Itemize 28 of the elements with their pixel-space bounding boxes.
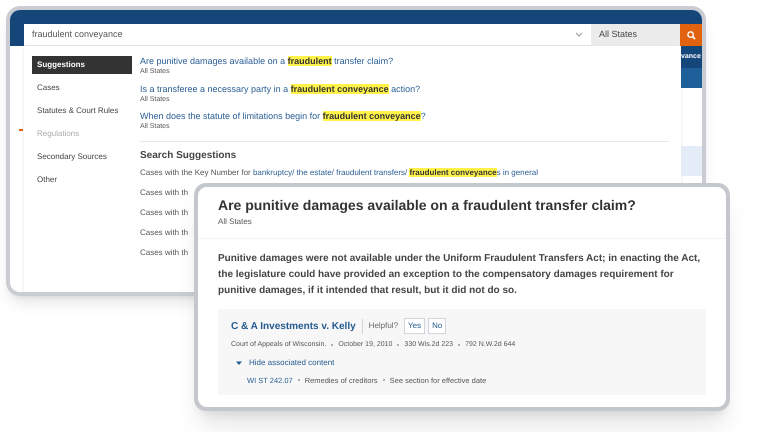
search-suggestion[interactable]: Cases with th xyxy=(140,206,188,218)
answer-title: Are punitive damages available on a fraudulent transfer claim? xyxy=(218,196,637,215)
section-heading: Search Suggestions xyxy=(140,148,238,162)
category-tab[interactable]: Statutes & Court Rules xyxy=(32,102,132,120)
search-suggestion[interactable]: Cases with the Key Number for bankruptcy/ the estate/ fraudulent transfers/ fraudulent conveyances in general xyxy=(140,166,538,178)
search-button[interactable] xyxy=(680,24,702,46)
highlighted-row xyxy=(681,146,702,176)
category-tab[interactable]: Cases xyxy=(32,79,132,97)
search-icon xyxy=(686,30,696,40)
answer-paragraph: Punitive damages were not available under the Uniform Fraudulent Transfers Act; in enacting the Act, the legislature could have provided an exception to the compensatory damages requirement for punitive damages, if it intended that result, but it did not do so. xyxy=(218,252,702,298)
category-tab[interactable]: Secondary Sources xyxy=(32,148,132,166)
chevron-down-icon xyxy=(575,32,583,37)
nav-bar xyxy=(681,68,702,88)
search-field[interactable]: fraudulent conveyance xyxy=(24,24,591,46)
hide-content-toggle[interactable]: Hide associated content xyxy=(231,356,693,368)
search-suggestion[interactable]: Cases with th xyxy=(140,246,188,258)
state-dropdown[interactable]: All States xyxy=(591,24,680,46)
jurisdiction-label: All States xyxy=(218,216,253,228)
caret-down-icon xyxy=(236,360,242,366)
search-suggestion[interactable]: Cases with th xyxy=(140,186,188,198)
search-suggestion[interactable]: Cases with th xyxy=(140,226,188,238)
search-query: fraudulent conveyance xyxy=(32,28,123,41)
feedback-button[interactable]: Yes xyxy=(404,318,426,334)
category-tab[interactable]: Other xyxy=(32,171,132,189)
helpful-label: Helpful? xyxy=(368,320,398,332)
category-tab[interactable]: Suggestions xyxy=(32,56,132,74)
case-link[interactable]: C & A Investments v. Kelly xyxy=(231,318,363,334)
feedback-button[interactable]: No xyxy=(428,318,446,334)
